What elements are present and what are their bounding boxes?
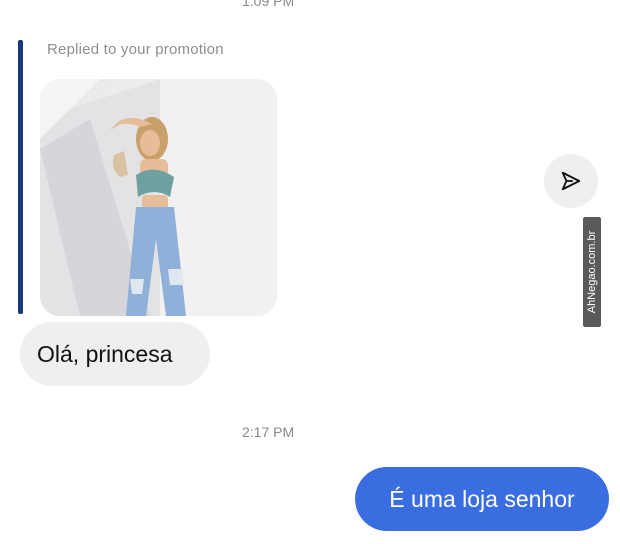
promotion-photo [40, 79, 277, 316]
reply-indicator-bar [18, 40, 23, 314]
outgoing-message-text: É uma loja senhor [389, 485, 575, 512]
send-icon [561, 171, 581, 191]
watermark: AhNegao.com.br [583, 217, 601, 327]
outgoing-message-bubble[interactable]: É uma loja senhor [355, 467, 609, 531]
promotion-image[interactable] [40, 79, 277, 316]
share-button[interactable] [544, 154, 598, 208]
timestamp-top: 1:09 PM [242, 0, 295, 9]
reply-label: Replied to your promotion [47, 41, 224, 58]
watermark-text: AhNegao.com.br [586, 230, 598, 314]
incoming-message-bubble[interactable]: Olá, princesa [20, 322, 210, 386]
timestamp-middle: 2:17 PM [242, 424, 295, 440]
incoming-message-text: Olá, princesa [37, 340, 173, 367]
